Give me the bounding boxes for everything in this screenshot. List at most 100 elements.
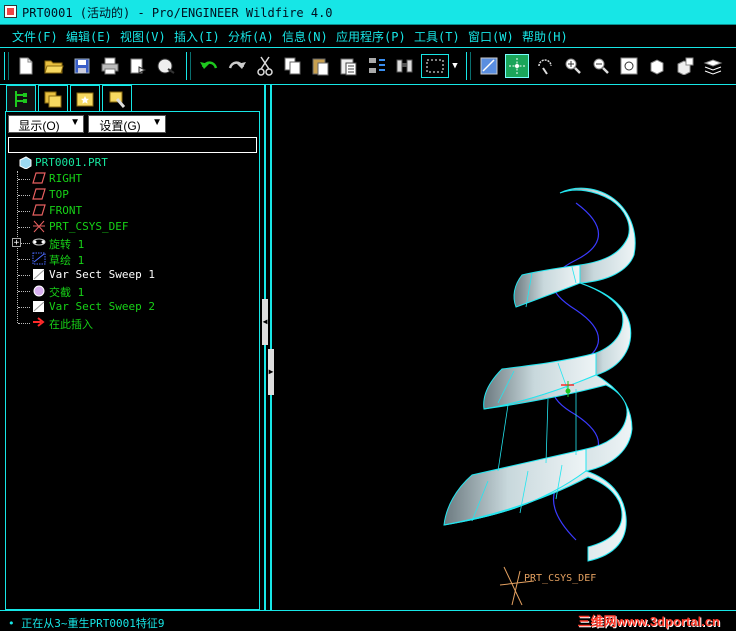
tree-item-label: 在此插入 — [49, 318, 93, 331]
splitter-line — [270, 85, 272, 610]
menu-insert[interactable]: 插入(I) — [174, 28, 220, 45]
find-icon[interactable] — [393, 54, 417, 78]
saved-views-icon[interactable] — [673, 54, 697, 78]
select-box-icon[interactable] — [421, 54, 449, 78]
menu-applications[interactable]: 应用程序(P) — [336, 28, 406, 45]
tab-connections[interactable] — [102, 85, 132, 111]
redo-icon[interactable] — [225, 54, 249, 78]
menu-help[interactable]: 帮助(H) — [522, 28, 568, 45]
save-icon[interactable] — [70, 54, 94, 78]
toolbar: ▼ — [0, 48, 736, 85]
revolve-icon — [32, 236, 46, 249]
tree-item-label: 草绘 1 — [49, 254, 85, 267]
zoom-out-icon[interactable] — [589, 54, 613, 78]
open-icon[interactable] — [42, 54, 66, 78]
toolbar-grip[interactable] — [4, 52, 9, 80]
connections-icon — [109, 91, 126, 108]
favorites-icon — [76, 92, 94, 106]
menu-bar: 文件(F) 编辑(E) 视图(V) 插入(I) 分析(A) 信息(N) 应用程序… — [0, 25, 736, 48]
menu-view[interactable]: 视图(V) — [120, 28, 166, 45]
zoom-in-icon[interactable] — [561, 54, 585, 78]
watermark-logo: 三维网www.3dportal.cn — [577, 614, 720, 629]
model-tree-pane — [5, 111, 260, 610]
menu-tools[interactable]: 工具(T) — [414, 28, 460, 45]
sketch-icon — [32, 252, 46, 265]
menu-edit[interactable]: 编辑(E) — [66, 28, 112, 45]
collapse-panel-handle[interactable]: ◀ — [262, 299, 268, 345]
view-manager-icon[interactable] — [645, 54, 669, 78]
splitter-line — [264, 85, 266, 610]
helical-sweep-model[interactable]: PRT_CSYS_DEF — [276, 85, 736, 610]
datum-plane-icon — [32, 204, 46, 217]
window-title: PRT0001 (活动的) - Pro/ENGINEER Wildfire 4.… — [22, 6, 333, 20]
cut-icon[interactable] — [253, 54, 277, 78]
toolbar-grip[interactable] — [466, 52, 471, 80]
datum-plane-icon — [32, 188, 46, 201]
layers-icon[interactable] — [701, 54, 725, 78]
menu-info[interactable]: 信息(N) — [282, 28, 328, 45]
tab-favorites[interactable] — [70, 85, 100, 111]
insert-here-arrow-icon — [32, 316, 46, 329]
tree-connector — [18, 259, 30, 260]
show-dropdown-label: 显示(O) — [18, 119, 60, 133]
tab-folder-browser[interactable] — [38, 85, 68, 111]
send-mail-icon[interactable] — [126, 54, 150, 78]
tree-connector — [18, 227, 30, 228]
print-icon[interactable] — [98, 54, 122, 78]
graphics-window[interactable]: PRT_CSYS_DEF — [276, 85, 736, 610]
coordinate-system-icon — [32, 220, 46, 233]
tree-item-label: Var Sect Sweep 1 — [49, 268, 155, 281]
var-sect-sweep-icon — [32, 300, 46, 313]
redraw-icon[interactable] — [477, 54, 501, 78]
tab-model-tree[interactable] — [6, 85, 36, 111]
status-message: • 正在从3~重生PRT0001特征9 — [8, 617, 165, 630]
menu-file[interactable]: 文件(F) — [12, 28, 58, 45]
datum-plane-icon — [32, 172, 46, 185]
navigator-panel: 显示(O) ▼ 设置(G) ▼ PRT0001.PRT RIGHT TOP FRONT… — [0, 85, 262, 610]
var-sect-sweep-icon — [32, 268, 46, 281]
sweep-surface-turn[interactable] — [513, 264, 581, 308]
tree-connector — [18, 211, 30, 212]
tree-item-label: PRT0001.PRT — [35, 156, 108, 169]
regenerate-icon[interactable] — [365, 54, 389, 78]
settings-dropdown-label: 设置(G) — [99, 119, 141, 133]
orient-icon[interactable] — [533, 54, 557, 78]
select-filter-dropdown-icon[interactable]: ▼ — [449, 54, 461, 78]
tree-item-label: 交截 1 — [49, 286, 85, 299]
refit-icon[interactable] — [617, 54, 641, 78]
tree-filter-input[interactable] — [8, 137, 257, 153]
menu-window[interactable]: 窗口(W) — [468, 28, 514, 45]
chevron-down-icon: ▼ — [70, 117, 80, 128]
show-dropdown[interactable]: 显示(O) ▼ — [8, 115, 84, 133]
csys-label: PRT_CSYS_DEF — [524, 573, 596, 584]
paste-icon[interactable] — [309, 54, 333, 78]
model-tree-icon — [15, 90, 27, 107]
expand-toggle-icon[interactable]: + — [12, 238, 21, 248]
tree-item-label: 旋转 1 — [49, 238, 85, 251]
sweep-surface-turn[interactable] — [483, 352, 597, 410]
tree-item-label: FRONT — [49, 204, 83, 217]
tree-connector — [18, 291, 30, 292]
title-bar: PRT0001 (活动的) - Pro/ENGINEER Wildfire 4.… — [0, 0, 736, 25]
part-icon — [18, 156, 32, 170]
tree-connector — [18, 195, 30, 196]
panel-splitter[interactable]: ◀ ▶ — [262, 85, 274, 610]
toolbar-grip[interactable] — [186, 52, 191, 80]
new-icon[interactable] — [14, 54, 38, 78]
tree-connector — [18, 275, 30, 276]
tree-item-label: TOP — [49, 188, 69, 201]
menu-analysis[interactable]: 分析(A) — [228, 28, 274, 45]
folder-browser-icon — [44, 91, 62, 107]
undo-icon[interactable] — [197, 54, 221, 78]
tree-item-label: Var Sect Sweep 2 — [49, 300, 155, 313]
settings-dropdown[interactable]: 设置(G) ▼ — [88, 115, 166, 133]
copy-icon[interactable] — [281, 54, 305, 78]
model-tree-print-icon[interactable] — [154, 54, 178, 78]
expand-panel-handle[interactable]: ▶ — [268, 349, 274, 395]
paste-special-icon[interactable] — [337, 54, 361, 78]
app-icon[interactable] — [4, 5, 17, 18]
chevron-down-icon: ▼ — [152, 117, 162, 128]
spin-center-icon[interactable] — [505, 54, 529, 78]
tree-connector — [18, 323, 30, 324]
tree-connector — [18, 179, 30, 180]
